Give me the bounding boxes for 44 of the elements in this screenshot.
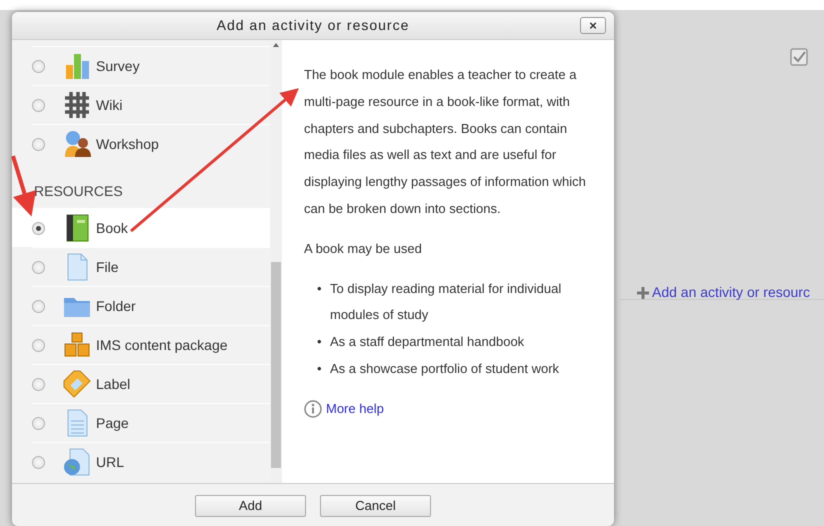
dialog-button[interactable]: Cancel [320,495,431,517]
module-option[interactable]: Book [12,208,270,247]
module-option[interactable]: IMS content package [32,325,270,364]
bullet-marker: • [317,280,323,298]
tag-icon [62,369,92,399]
radio-button[interactable] [32,378,45,390]
radio-button[interactable] [32,338,45,352]
radio-button[interactable] [32,222,45,234]
scroll-up-icon[interactable] [273,43,279,47]
close-button[interactable]: × [580,17,606,34]
module-option[interactable]: Label [32,364,270,403]
arrow-annotation [11,155,36,216]
bullet-item: To display reading material for individual modules of study [330,280,562,324]
module-option[interactable]: Survey [32,46,270,85]
module-option[interactable]: Wiki [32,85,270,124]
dialog-title: Add an activity or resource [216,16,410,35]
bullet-marker: • [317,333,323,352]
radio-button[interactable] [32,260,45,274]
info-icon [304,400,322,418]
description-text: The book module enables a teacher to create a multi-page resource in a book-like format, with chapters and subchapters. Books can contain media files as well as text and are useful for displaying lengthy passages of information which can be broken down into sections. [304,66,587,218]
radio-button[interactable] [32,60,45,72]
module-option[interactable]: URL [32,442,270,481]
bullet-item: As a staff departmental handbook [330,333,524,352]
section-heading: RESOURCES [34,183,123,200]
radio-button[interactable] [32,300,45,312]
bullet-item: As a showcase portfolio of student work [330,360,560,378]
module-option[interactable]: File [32,247,270,286]
people-icon [62,129,92,159]
plus-icon [637,286,649,298]
radio-button[interactable] [32,416,45,430]
module-option[interactable]: Page [32,403,270,442]
grid-icon [62,90,92,120]
bullet-marker: • [317,360,323,378]
module-option[interactable]: Workshop [32,124,270,163]
radio-button[interactable] [32,98,45,112]
dialog-button[interactable]: Add [195,495,306,517]
checkbox-icon[interactable] [790,48,808,66]
globe-document-icon [62,447,92,477]
description-text: A book may be used [304,240,423,258]
add-activity-link[interactable]: Add an activity or resourc [637,282,810,303]
radio-button[interactable] [32,456,45,468]
more-help-link[interactable]: More help [326,396,384,423]
radio-button[interactable] [32,138,45,150]
module-option[interactable]: Folder [32,286,270,325]
